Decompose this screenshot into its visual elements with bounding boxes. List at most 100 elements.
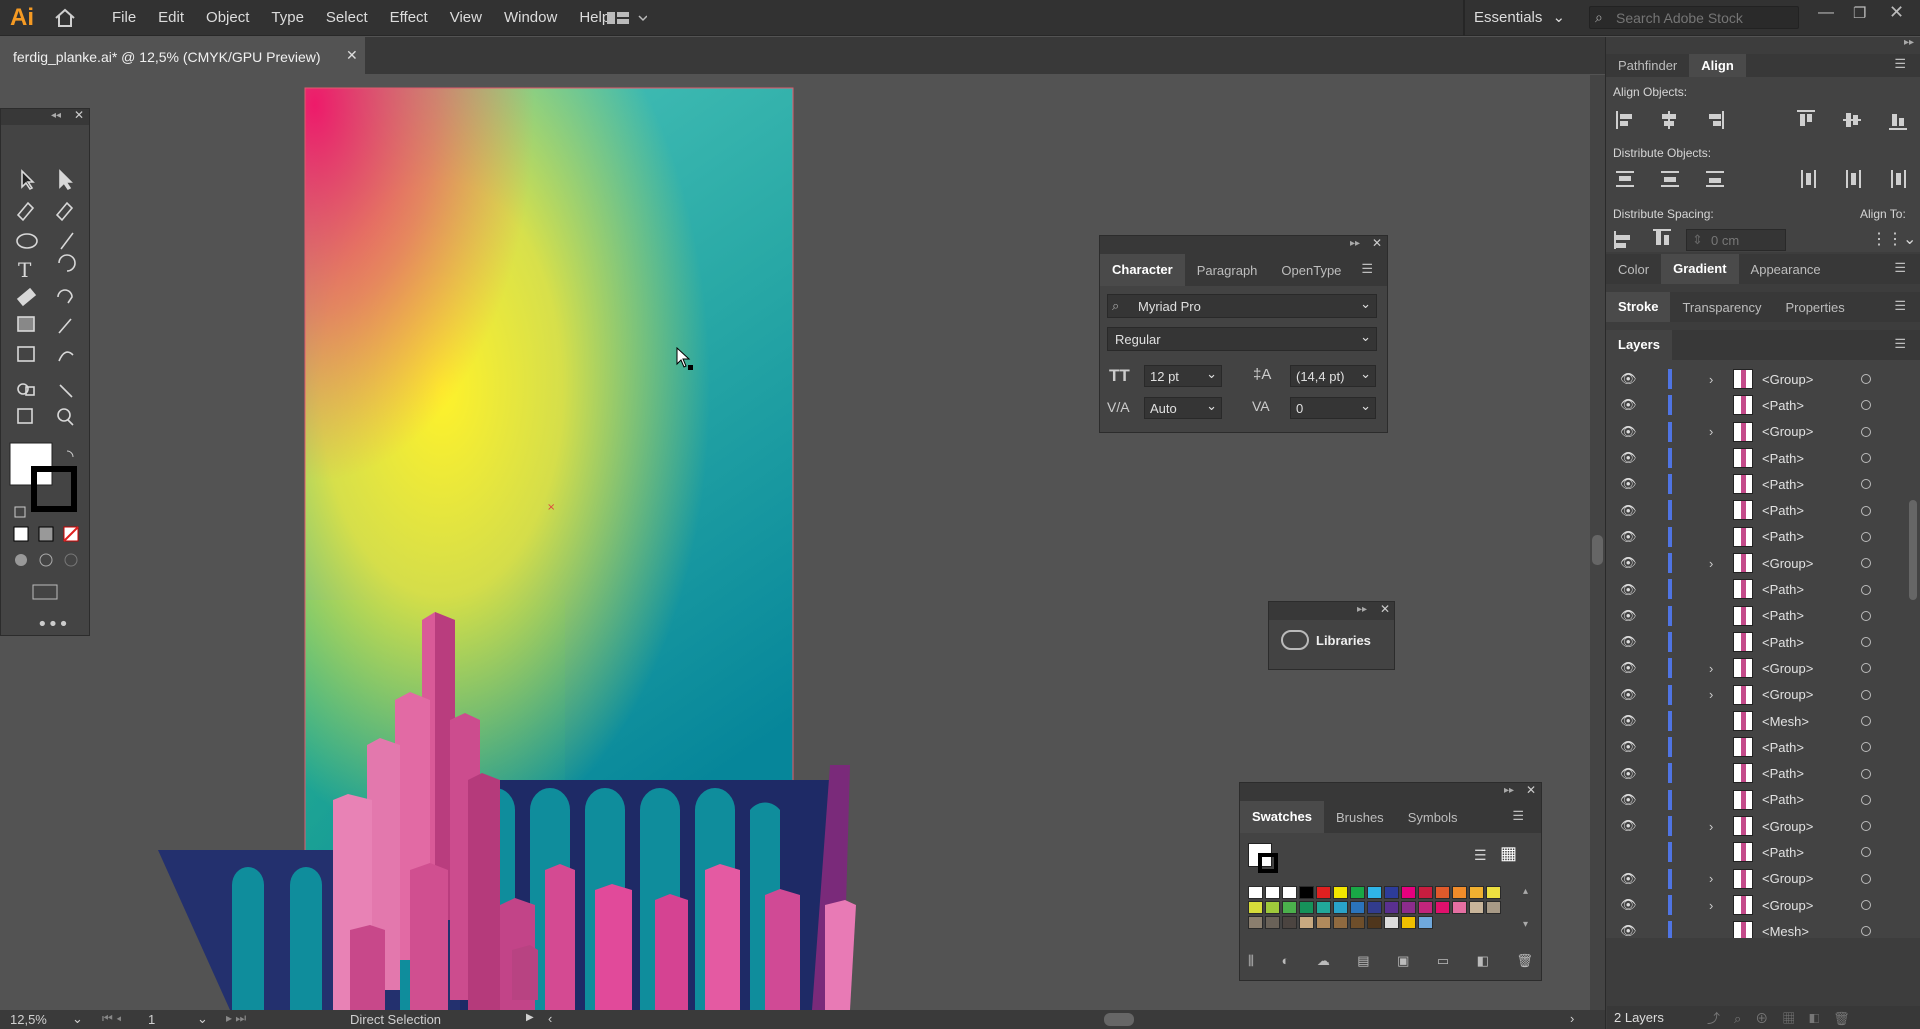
chevron-down-icon[interactable]: ⌄ (1360, 329, 1371, 345)
swatch-scrollbar[interactable]: ▴ ▾ (1523, 886, 1533, 942)
grid-view-icon[interactable]: ▦ (1500, 843, 1517, 864)
layer-name[interactable]: <Mesh> (1762, 924, 1809, 938)
tab-symbols[interactable]: Symbols (1396, 810, 1470, 825)
canvas-vertical-scrollbar[interactable] (1590, 75, 1605, 1010)
stock-search[interactable]: ⌕ (1589, 6, 1799, 29)
play-icon[interactable]: ▶ (526, 1012, 534, 1023)
swatch[interactable] (1418, 916, 1433, 929)
tab-stroke[interactable]: Stroke (1606, 292, 1671, 322)
target-icon[interactable] (1861, 821, 1871, 832)
search-input[interactable] (1616, 9, 1794, 26)
layer-row[interactable]: 👁 › <Group> (1606, 419, 1920, 445)
menu-item-edit[interactable]: Edit (158, 9, 184, 26)
distribute-objects-icons[interactable] (1613, 167, 1913, 193)
target-icon[interactable] (1861, 400, 1871, 411)
menu-item-object[interactable]: Object (206, 9, 249, 26)
swatch[interactable] (1265, 886, 1280, 899)
eye-icon[interactable]: 👁 (1620, 766, 1637, 782)
target-icon[interactable] (1861, 742, 1871, 753)
collapse-icon[interactable]: ▸▸ (1350, 238, 1360, 249)
chevron-down-icon[interactable]: ⌄ (72, 1011, 83, 1027)
swatch[interactable] (1299, 901, 1314, 914)
eye-icon[interactable]: 👁 (1620, 397, 1637, 413)
target-icon[interactable] (1861, 926, 1871, 937)
chevron-down-icon[interactable]: ⌄ (197, 1011, 208, 1027)
chevron-down-icon[interactable]: ⌄ (1360, 366, 1371, 382)
swatch[interactable] (1282, 901, 1297, 914)
target-icon[interactable] (1861, 663, 1871, 674)
target-icon[interactable] (1861, 584, 1871, 595)
minimize-icon[interactable]: — (1818, 4, 1834, 22)
kerning-field[interactable]: Auto ⌄ (1144, 397, 1222, 419)
new-group-icon[interactable]: ▭ (1437, 953, 1449, 969)
target-icon[interactable] (1861, 637, 1871, 648)
layer-row[interactable]: 👁 › <Group> (1606, 366, 1920, 392)
layer-row[interactable]: 👁 <Mesh> (1606, 708, 1920, 734)
eye-icon[interactable]: 👁 (1620, 818, 1637, 834)
swatch[interactable] (1350, 886, 1365, 899)
layer-row[interactable]: 👁 <Path> (1606, 734, 1920, 760)
layer-row[interactable]: 👁 › <Group> (1606, 892, 1920, 918)
panel-menu-icon[interactable]: ☰ (1500, 808, 1536, 824)
stroke-swatch[interactable] (1258, 853, 1278, 873)
swatch[interactable] (1265, 901, 1280, 914)
layer-name[interactable]: <Path> (1762, 503, 1804, 518)
color-group-icon[interactable]: ▣ (1397, 953, 1409, 969)
tab-brushes[interactable]: Brushes (1324, 810, 1396, 825)
close-icon[interactable]: ✕ (1372, 236, 1382, 250)
layer-row[interactable]: 👁 <Path> (1606, 760, 1920, 786)
menu-item-type[interactable]: Type (271, 9, 304, 26)
layer-row[interactable]: 👁 <Path> (1606, 392, 1920, 418)
target-icon[interactable] (1861, 716, 1871, 726)
target-icon[interactable] (1861, 426, 1871, 437)
layer-name[interactable]: <Group> (1762, 819, 1813, 834)
swatch[interactable] (1486, 886, 1501, 899)
close-window-icon[interactable]: ✕ (1889, 2, 1904, 23)
menu-item-view[interactable]: View (450, 9, 482, 26)
tab-pathfinder[interactable]: Pathfinder (1606, 58, 1689, 73)
eye-icon[interactable]: 👁 (1620, 687, 1637, 703)
tab-swatches[interactable]: Swatches (1240, 801, 1324, 833)
eye-icon[interactable]: 👁 (1620, 503, 1637, 519)
eye-icon[interactable]: 👁 (1620, 450, 1637, 466)
layer-name[interactable]: <Path> (1762, 582, 1804, 597)
swatch[interactable] (1333, 886, 1348, 899)
document-tab[interactable]: ferdig_planke.ai* @ 12,5% (CMYK/GPU Prev… (0, 37, 365, 74)
eye-icon[interactable]: 👁 (1620, 608, 1637, 624)
swatch-libraries-icon[interactable]: ⫼ (1248, 953, 1254, 969)
tab-character[interactable]: Character (1100, 254, 1185, 286)
swatch[interactable] (1435, 886, 1450, 899)
swatch[interactable] (1299, 886, 1314, 899)
align-objects-icons[interactable] (1613, 107, 1913, 133)
swatch[interactable] (1418, 886, 1433, 899)
layer-row[interactable]: 👁 › <Group> (1606, 866, 1920, 892)
eye-icon[interactable]: 👁 (1620, 739, 1637, 755)
scroll-thumb[interactable] (1592, 535, 1603, 565)
swatch[interactable] (1333, 916, 1348, 929)
layer-row[interactable]: 👁 <Path> (1606, 497, 1920, 523)
layer-name[interactable]: <Group> (1762, 556, 1813, 571)
swatch[interactable] (1265, 916, 1280, 929)
swatch[interactable] (1384, 916, 1399, 929)
target-icon[interactable] (1861, 689, 1871, 700)
layer-name[interactable]: <Path> (1762, 477, 1804, 492)
menu-item-select[interactable]: Select (326, 9, 368, 26)
swatch[interactable] (1469, 901, 1484, 914)
layer-name[interactable]: <Group> (1762, 372, 1813, 387)
show-kinds-icon[interactable]: ◐ (1281, 953, 1289, 969)
chevron-right-icon[interactable]: › (1709, 372, 1713, 387)
scroll-thumb[interactable] (1909, 500, 1917, 600)
swatch[interactable] (1316, 901, 1331, 914)
chevron-down-icon[interactable]: ⌄ (1206, 398, 1217, 414)
swatch[interactable] (1384, 901, 1399, 914)
eye-icon[interactable]: 👁 (1620, 424, 1637, 440)
target-icon[interactable] (1861, 900, 1871, 911)
menu-item-effect[interactable]: Effect (390, 9, 428, 26)
layer-row[interactable]: 👁 <Mesh> (1606, 918, 1920, 938)
tab-properties[interactable]: Properties (1773, 300, 1856, 315)
tab-gradient[interactable]: Gradient (1661, 254, 1739, 284)
cloud-icon[interactable]: ☁ (1317, 953, 1330, 969)
collapse-icon[interactable]: ◂◂ (51, 110, 61, 121)
swatch[interactable] (1316, 916, 1331, 929)
eye-icon[interactable]: 👁 (1620, 582, 1637, 598)
